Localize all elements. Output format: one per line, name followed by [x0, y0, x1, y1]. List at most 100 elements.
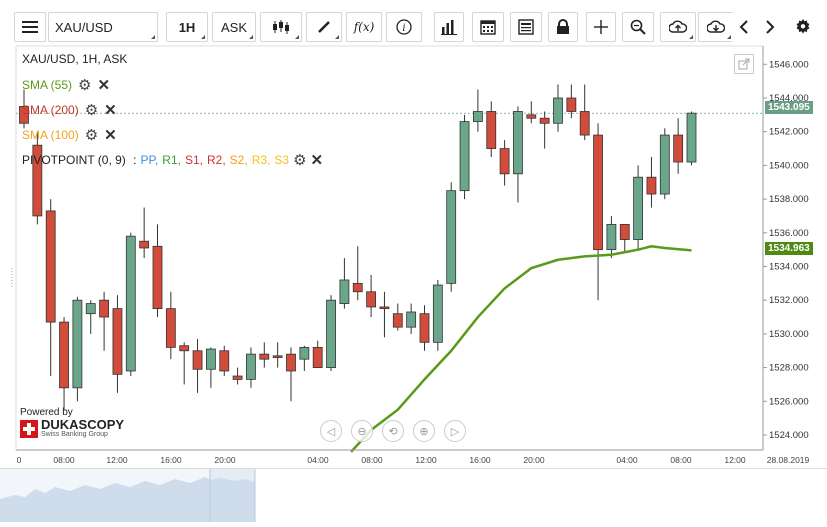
- close-icon[interactable]: ✕: [97, 76, 110, 94]
- left-arrow-icon: ◁: [326, 425, 336, 438]
- brand-sub-text: Swiss Banking Group: [41, 431, 108, 438]
- y-tick-label: 1528.000: [769, 363, 809, 374]
- pivot-s2: S2,: [229, 153, 248, 167]
- candle-up: [633, 176, 643, 240]
- right-arrow-icon: ▷: [450, 425, 460, 438]
- dukascopy-logo: Powered by DUKASCOPY Swiss Banking Group: [20, 407, 124, 438]
- grid: [11, 45, 764, 451]
- candle-down: [366, 291, 377, 308]
- pivot-pp: PP,: [140, 153, 159, 167]
- candle-up: [406, 311, 417, 328]
- candle-down: [45, 210, 56, 323]
- gear-icon[interactable]: ⚙: [85, 101, 98, 119]
- gear-icon[interactable]: ⚙: [293, 151, 306, 169]
- x-tick-label: 12:00: [724, 455, 746, 465]
- pivot-r1: R1,: [162, 153, 181, 167]
- candle-down: [579, 111, 590, 136]
- candle-down: [499, 148, 510, 175]
- expand-button[interactable]: [734, 54, 754, 74]
- candle-down: [566, 97, 577, 112]
- candle-up: [125, 235, 136, 372]
- candle-down: [392, 313, 403, 328]
- x-tick-label: 04:00: [616, 455, 638, 465]
- legend-title: XAU/USD, 1H, ASK: [22, 52, 127, 66]
- legend-sma55[interactable]: SMA (55) ⚙ ✕: [22, 76, 110, 94]
- x-tick-label: 12:00: [106, 455, 128, 465]
- price-chart[interactable]: 1524.000 1526.000 1528.000 1530.000 1532.000…: [0, 0, 827, 468]
- zoom-out-button[interactable]: ⊖: [351, 420, 373, 442]
- candle-up: [205, 348, 216, 370]
- scroll-left-button[interactable]: ◁: [320, 420, 342, 442]
- candle-down: [593, 134, 603, 251]
- legend-pivot[interactable]: PIVOTPOINT (0, 9) : PP, R1, S1, R2, S2, …: [22, 151, 323, 169]
- x-axis: 0 08:00 12:00 16:00 20:00 04:00 08:00 12:00 16:0…: [16, 449, 810, 465]
- scroll-right-button[interactable]: ▷: [444, 420, 466, 442]
- pivot-label: PIVOTPOINT (0, 9): [22, 153, 126, 167]
- legend-sma100[interactable]: SMA (100) ⚙ ✕: [22, 126, 117, 144]
- sma200-label: SMA (200): [22, 103, 79, 117]
- x-tick-label: 08:00: [361, 455, 383, 465]
- x-tick-label: 12:00: [415, 455, 437, 465]
- candle-down: [139, 240, 150, 249]
- zoom-in-icon: ⊕: [419, 425, 429, 438]
- zoom-in-button[interactable]: ⊕: [413, 420, 435, 442]
- candle-up: [339, 279, 350, 304]
- candle-down: [112, 308, 123, 375]
- candle-up: [686, 112, 697, 163]
- x-tick-label: 0: [17, 455, 22, 465]
- y-tick-label: 1538.000: [769, 194, 809, 205]
- candle-down: [59, 321, 69, 389]
- x-tick-label: 08:00: [53, 455, 75, 465]
- close-icon[interactable]: ✕: [104, 101, 117, 119]
- navigator-chart: [0, 469, 827, 522]
- candle-down: [232, 375, 243, 380]
- pivot-r2: R2,: [206, 153, 226, 167]
- x-tick-label: 04:00: [307, 455, 329, 465]
- fit-button[interactable]: ⟲: [382, 420, 404, 442]
- candle-down: [179, 345, 190, 352]
- gear-icon[interactable]: ⚙: [85, 126, 98, 144]
- candle-down: [352, 282, 363, 293]
- candle-up: [513, 111, 523, 175]
- y-tick-label: 1546.000: [769, 59, 809, 70]
- candle-down: [673, 134, 684, 163]
- candle-down: [619, 223, 630, 240]
- swiss-cross-icon: [20, 419, 38, 438]
- candle-up: [326, 299, 336, 369]
- candle-up: [246, 353, 256, 380]
- expand-icon: [738, 58, 750, 70]
- candle-down: [526, 114, 537, 119]
- legend-sma200[interactable]: SMA (200) ⚙ ✕: [22, 101, 117, 119]
- gear-icon[interactable]: ⚙: [78, 76, 91, 94]
- candle-down: [99, 299, 109, 318]
- navigator-strip[interactable]: [0, 468, 827, 522]
- candle-down: [379, 306, 390, 310]
- candle-up: [472, 111, 483, 122]
- y-tick-label: 1542.000: [769, 127, 809, 138]
- candle-up: [432, 284, 443, 343]
- y-tick-label: 1534.000: [769, 262, 809, 273]
- y-tick-label: 1536.000: [769, 228, 809, 239]
- candle-down: [259, 353, 270, 360]
- close-icon[interactable]: ✕: [311, 151, 324, 169]
- close-icon[interactable]: ✕: [104, 126, 117, 144]
- candle-down: [219, 350, 230, 372]
- x-tick-label: 20:00: [214, 455, 236, 465]
- candle-up: [72, 299, 83, 389]
- y-tick-label: 1524.000: [769, 430, 809, 441]
- y-tick-label: 1540.000: [769, 160, 809, 171]
- pivot-s3: S3: [274, 153, 290, 167]
- legend-title-text: XAU/USD, 1H, ASK: [22, 52, 128, 66]
- candle-up: [85, 303, 96, 315]
- candle-down: [286, 353, 296, 372]
- candle-down: [165, 308, 176, 348]
- x-tick-label: 28.08.2019: [767, 455, 810, 465]
- x-tick-label: 16:00: [160, 455, 182, 465]
- sma-price-label: 1534.963: [765, 242, 813, 255]
- y-tick-label: 1532.000: [769, 295, 809, 306]
- candle-up: [553, 97, 563, 124]
- candle-up: [659, 134, 670, 195]
- candle-down: [192, 350, 203, 370]
- candle-down: [419, 313, 430, 343]
- candle-up: [606, 223, 617, 251]
